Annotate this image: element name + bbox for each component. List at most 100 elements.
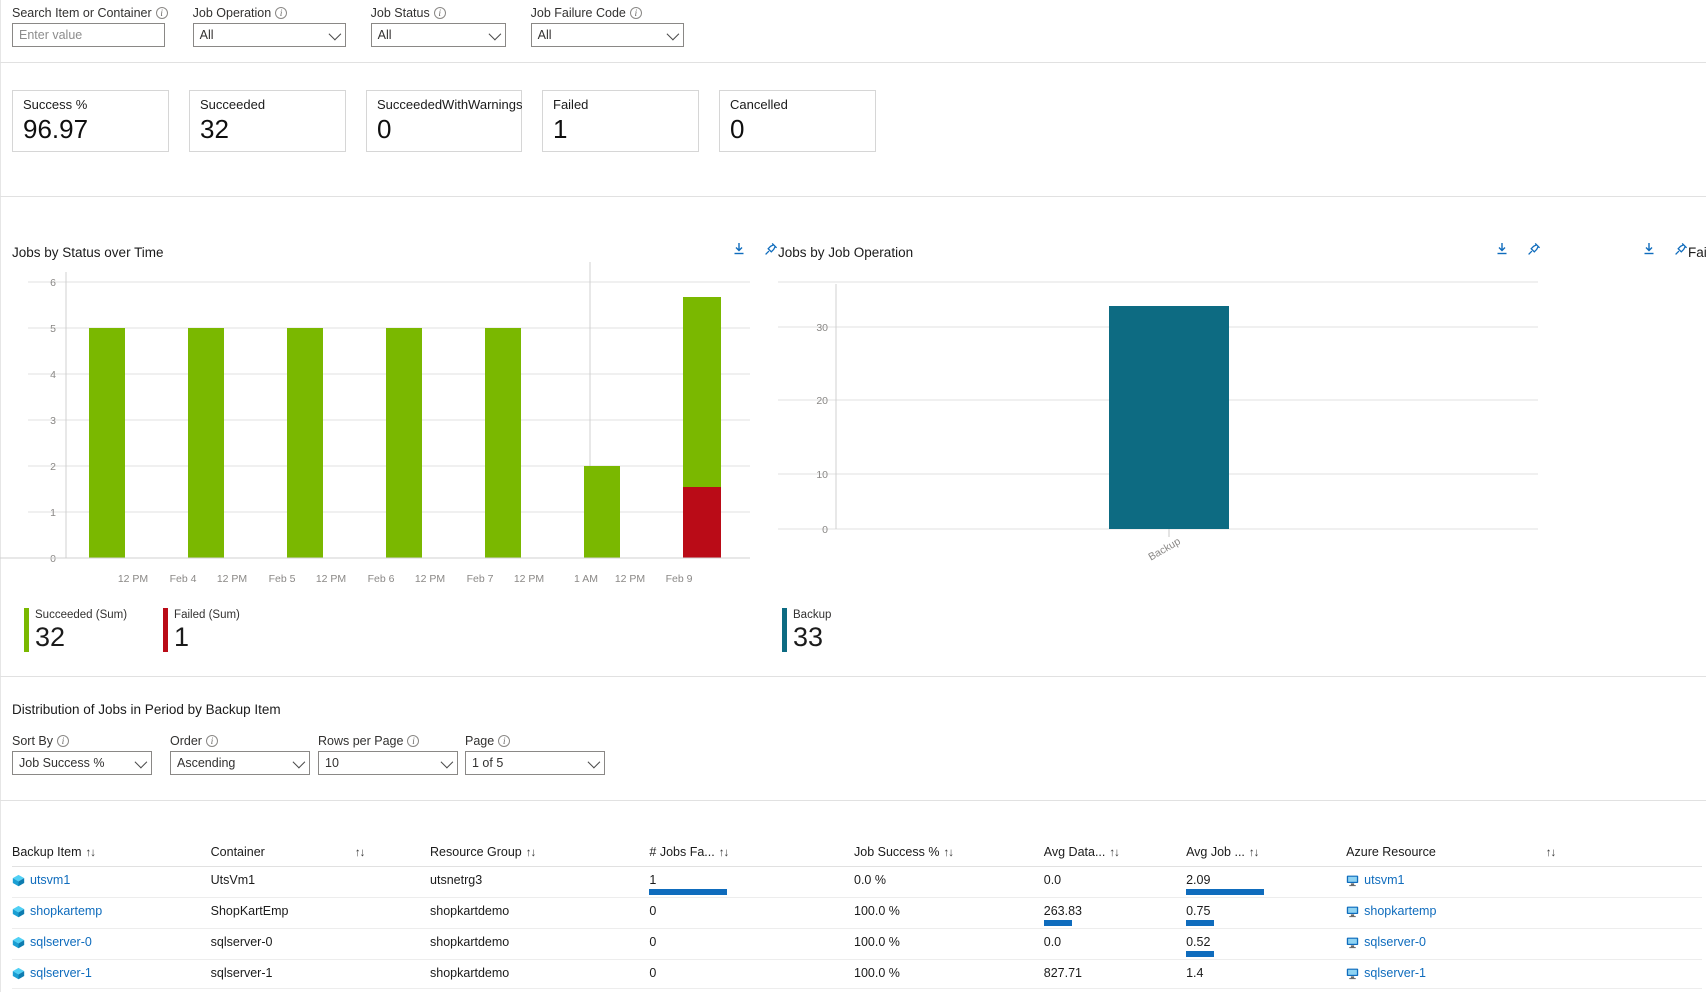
legend-value: 1 [174, 622, 190, 652]
column-label: Avg Data... [1043, 845, 1106, 859]
order-value: Ascending [177, 756, 236, 770]
control-label: Rows per Page i [318, 734, 465, 748]
section-title-distribution: Distribution of Jobs in Period by Backup… [12, 702, 281, 717]
avg-job-bar [1186, 951, 1215, 957]
column-header-container[interactable]: Container ↑↓ [210, 838, 431, 867]
sort-icon[interactable]: ↑↓ [719, 847, 729, 859]
info-icon[interactable]: i [57, 735, 69, 747]
cell-backup-item[interactable]: utsvm1 [12, 866, 211, 898]
order-select[interactable]: Ascending [170, 751, 310, 775]
info-icon[interactable]: i [433, 7, 446, 19]
svg-text:Feb 9: Feb 9 [666, 573, 693, 585]
sort-by-value: Job Success % [19, 756, 105, 770]
svg-text:12 PM: 12 PM [615, 573, 645, 585]
column-header-avg-job[interactable]: Avg Job ... ↑↓ [1186, 838, 1347, 867]
info-icon[interactable]: i [205, 735, 218, 747]
kpi-label: Success % [23, 97, 88, 112]
kpi-succeeded-with-warnings: SucceededWithWarnings 0 [366, 90, 522, 152]
download-icon[interactable] [1493, 240, 1511, 258]
panel-title: Jobs by Job Operation [778, 245, 914, 260]
legend-swatch-succeeded [24, 608, 29, 652]
cell-azure-resource[interactable]: shopkartemp [1346, 897, 1702, 929]
cell-avg-data: 263.83 [1043, 897, 1187, 929]
virtual-machine-icon [1346, 937, 1359, 948]
job-status-value: All [377, 28, 392, 42]
column-label: Job Success % [854, 845, 940, 859]
sort-icon[interactable]: ↑↓ [943, 847, 953, 859]
pin-icon[interactable] [1525, 240, 1543, 258]
cell-backup-item[interactable]: sqlserver-1 [12, 959, 211, 989]
svg-text:1: 1 [50, 507, 56, 519]
svg-text:Feb 5: Feb 5 [269, 573, 296, 585]
search-input[interactable]: Enter value [12, 23, 165, 47]
table-row: shopkartemp ShopKartEmp shopkartdemo 0 1… [12, 897, 1702, 929]
info-icon[interactable]: i [498, 735, 511, 747]
sort-icon[interactable]: ↑↓ [1249, 847, 1259, 859]
info-icon[interactable]: i [629, 7, 642, 19]
legend-value: 33 [793, 622, 824, 652]
backup-item-link[interactable]: utsvm1 [12, 873, 70, 887]
kpi-value: 32 [200, 114, 229, 144]
info-icon[interactable]: i [275, 7, 288, 19]
virtual-machine-icon [1346, 906, 1359, 917]
job-failure-code-select[interactable]: All [530, 23, 684, 47]
column-header-backup-item[interactable]: Backup Item ↑↓ [12, 838, 211, 867]
backup-item-link[interactable]: sqlserver-0 [12, 935, 92, 949]
jobs-by-operation-chart: 30 20 10 0 Backup [778, 281, 1538, 562]
page-select[interactable]: 1 of 5 [465, 751, 605, 775]
cell-avg-job: 1.4 [1186, 959, 1347, 989]
avg-job-bar [1186, 889, 1265, 895]
column-header-avg-data[interactable]: Avg Data... ↑↓ [1043, 838, 1187, 867]
control-page: Page i 1 of 5 [465, 734, 605, 775]
job-operation-select[interactable]: All [192, 23, 346, 47]
azure-resource-link[interactable]: sqlserver-0 [1346, 935, 1426, 949]
azure-resource-link[interactable]: sqlserver-1 [1346, 966, 1426, 980]
cell-azure-resource[interactable]: utsvm1 [1346, 866, 1702, 898]
sort-icon[interactable]: ↑↓ [85, 847, 95, 859]
avg-job-value: 0.52 [1186, 935, 1211, 949]
cell-backup-item[interactable]: sqlserver-0 [12, 928, 211, 960]
distribution-controls: Sort By i Job Success % Order i Ascendin… [0, 728, 605, 775]
divider [0, 62, 1706, 63]
svg-text:0: 0 [822, 524, 828, 536]
cell-job-success: 0.0 % [854, 866, 1044, 898]
control-label: Page i [465, 734, 605, 748]
azure-resource-link[interactable]: utsvm1 [1346, 873, 1404, 887]
kpi-value: 0 [377, 114, 392, 144]
backup-item-icon [12, 874, 25, 886]
download-icon[interactable] [730, 240, 748, 258]
cell-azure-resource[interactable]: sqlserver-1 [1346, 959, 1702, 989]
svg-text:4: 4 [50, 369, 56, 381]
control-order: Order i Ascending [170, 734, 318, 775]
info-icon[interactable]: i [155, 7, 168, 19]
column-header-jobs-failed[interactable]: # Jobs Fa... ↑↓ [649, 838, 854, 867]
sort-icon[interactable]: ↑↓ [526, 847, 536, 859]
column-header-azure-resource[interactable]: Azure Resource ↑↓ [1346, 838, 1702, 867]
column-header-resource-group[interactable]: Resource Group ↑↓ [430, 838, 650, 867]
svg-text:Backup: Backup [1146, 535, 1182, 562]
info-icon[interactable]: i [407, 735, 420, 747]
kpi-label: Cancelled [730, 97, 788, 112]
filter-label: Job Status i [371, 6, 506, 20]
backup-item-link[interactable]: shopkartemp [12, 904, 102, 918]
legend-label: Succeeded (Sum) [35, 609, 128, 621]
backup-item-link[interactable]: sqlserver-1 [12, 966, 92, 980]
svg-text:12 PM: 12 PM [118, 573, 148, 585]
control-label: Sort By i [12, 734, 170, 748]
column-header-job-success[interactable]: Job Success % ↑↓ [854, 838, 1044, 867]
sort-by-select[interactable]: Job Success % [12, 751, 152, 775]
sort-icon[interactable]: ↑↓ [1546, 847, 1556, 859]
cell-resource-group: shopkartdemo [430, 959, 650, 989]
filter-label-text: Job Status [370, 6, 430, 20]
cell-azure-resource[interactable]: sqlserver-0 [1346, 928, 1702, 960]
svg-text:12 PM: 12 PM [514, 573, 544, 585]
download-icon[interactable] [1640, 240, 1658, 258]
cell-resource-group: utsnetrg3 [430, 866, 650, 898]
azure-resource-link[interactable]: shopkartemp [1346, 904, 1436, 918]
job-status-select[interactable]: All [370, 23, 506, 47]
sort-icon[interactable]: ↑↓ [355, 847, 365, 859]
rows-per-page-select[interactable]: 10 [318, 751, 458, 775]
sort-icon[interactable]: ↑↓ [1109, 847, 1119, 859]
cell-backup-item[interactable]: shopkartemp [12, 897, 211, 929]
legend-item-failed: Failed (Sum) 1 [163, 608, 240, 652]
